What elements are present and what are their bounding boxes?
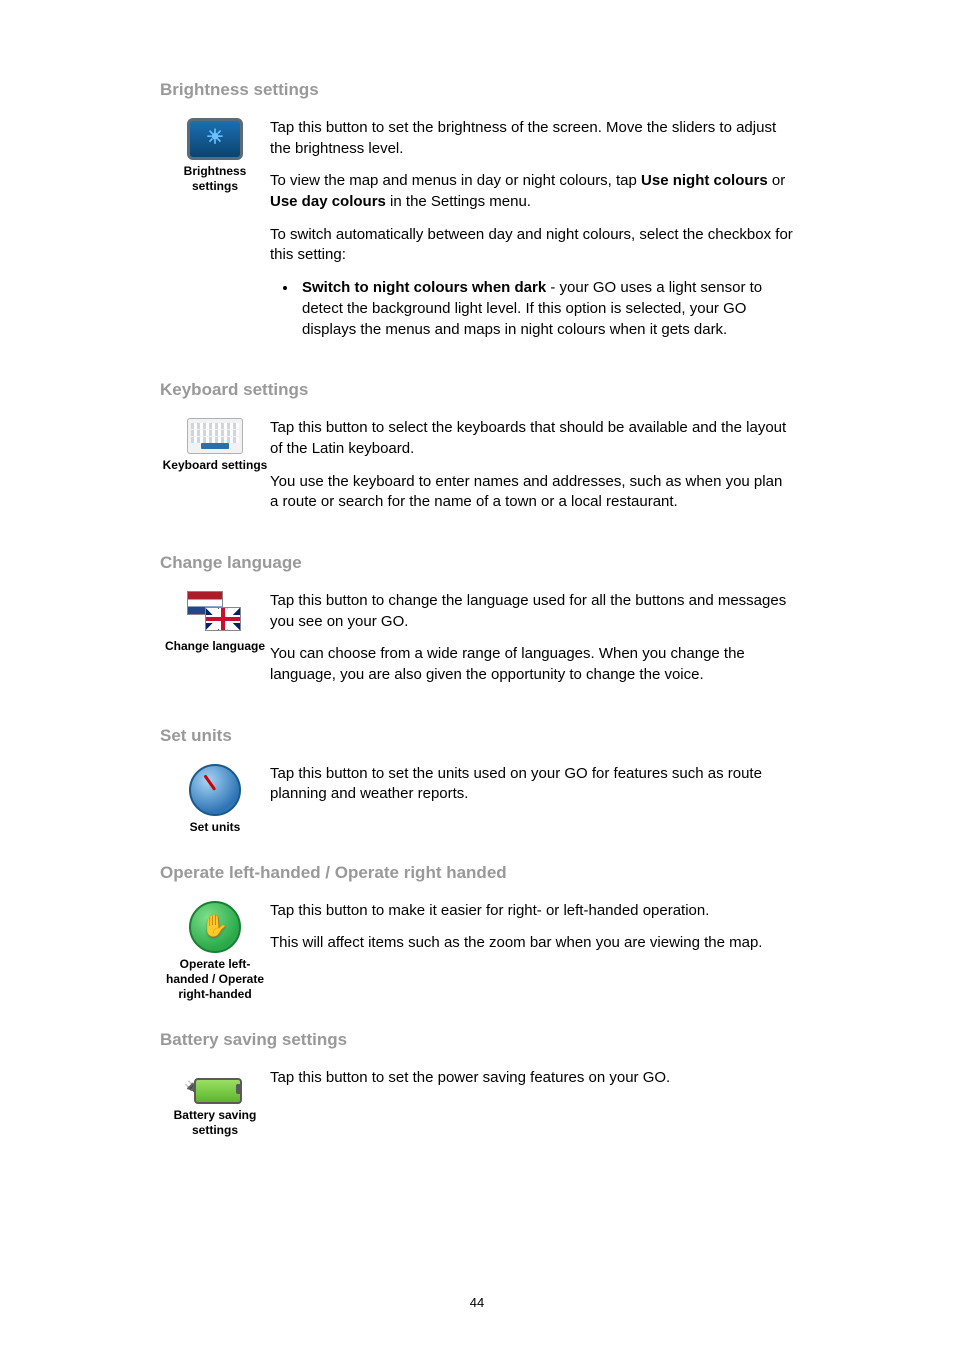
body-text: You use the keyboard to enter names and …: [270, 472, 794, 513]
keyboard-icon: [187, 418, 243, 454]
body-text: Tap this button to set the brightness of…: [270, 118, 794, 159]
brightness-icon: [187, 118, 243, 160]
section-title-units: Set units: [160, 726, 794, 746]
body-text: Tap this button to set the units used on…: [270, 764, 794, 805]
icon-label: Keyboard settings: [160, 458, 270, 473]
section-title-battery: Battery saving settings: [160, 1030, 794, 1050]
section-battery: 🔌 Battery saving settings Tap this butto…: [160, 1068, 794, 1138]
icon-label: Change language: [160, 639, 270, 654]
section-keyboard: Keyboard settings Tap this button to sel…: [160, 418, 794, 525]
section-brightness: Brightness settings Tap this button to s…: [160, 118, 794, 352]
hand-icon: [189, 901, 241, 953]
body-text: Tap this button to select the keyboards …: [270, 418, 794, 459]
section-title-handed: Operate left-handed / Operate right hand…: [160, 863, 794, 883]
section-title-language: Change language: [160, 553, 794, 573]
body-text: To view the map and menus in day or nigh…: [270, 171, 794, 212]
icon-label: Set units: [160, 820, 270, 835]
section-title-brightness: Brightness settings: [160, 80, 794, 100]
section-language: Change language Tap this button to chang…: [160, 591, 794, 698]
body-text: Tap this button to set the power saving …: [270, 1068, 794, 1089]
body-text: You can choose from a wide range of lang…: [270, 644, 794, 685]
page-number: 44: [0, 1295, 954, 1310]
body-text: Tap this button to make it easier for ri…: [270, 901, 794, 922]
body-text: Tap this button to change the language u…: [270, 591, 794, 632]
compass-icon: [189, 764, 241, 816]
language-icon: [187, 591, 243, 635]
icon-label: Brightness settings: [160, 164, 270, 194]
section-handed: Operate left-handed / Operate right-hand…: [160, 901, 794, 1002]
icon-label: Operate left-handed / Operate right-hand…: [160, 957, 270, 1002]
section-title-keyboard: Keyboard settings: [160, 380, 794, 400]
body-text: This will affect items such as the zoom …: [270, 933, 794, 954]
icon-label: Battery saving settings: [160, 1108, 270, 1138]
list-item: Switch to night colours when dark - your…: [298, 278, 794, 340]
battery-icon: 🔌: [188, 1074, 242, 1104]
section-units: Set units Tap this button to set the uni…: [160, 764, 794, 835]
body-text: To switch automatically between day and …: [270, 225, 794, 266]
